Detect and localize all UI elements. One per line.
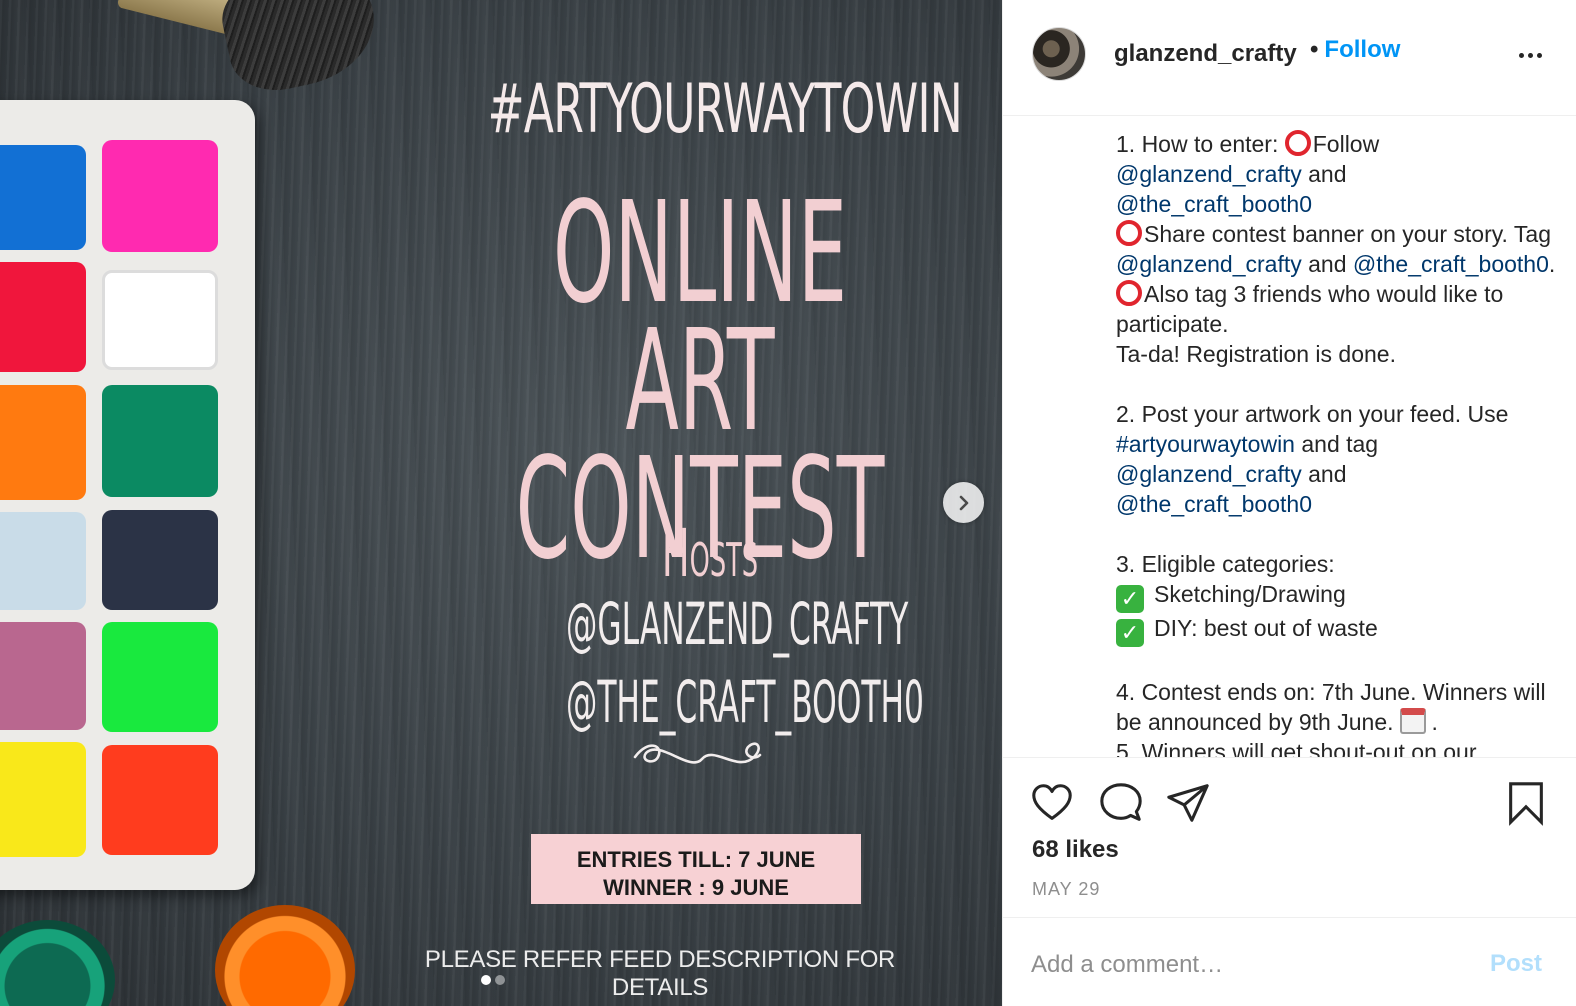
more-options-button[interactable] bbox=[1515, 40, 1545, 70]
mention-glanzend-crafty[interactable]: @glanzend_crafty bbox=[1116, 161, 1302, 187]
caption-area[interactable]: 1. How to enter: Follow @glanzend_crafty… bbox=[1003, 117, 1576, 757]
caption-step4-end: . bbox=[1431, 709, 1438, 735]
carousel-indicator bbox=[481, 975, 505, 985]
red-circle-icon bbox=[1116, 280, 1142, 306]
red-circle-icon bbox=[1116, 220, 1142, 246]
paint-well-white bbox=[102, 270, 218, 370]
paintbrush-bristles bbox=[214, 0, 386, 100]
carousel-dot-1 bbox=[481, 975, 491, 985]
carousel-next-button[interactable] bbox=[943, 482, 984, 523]
mention-the-craft-booth0[interactable]: @the_craft_booth0 bbox=[1116, 491, 1312, 517]
image-hashtag: #ARTYOURWAYTOWIN bbox=[487, 70, 963, 149]
calendar-icon bbox=[1399, 708, 1426, 734]
paint-well-lightblue bbox=[0, 512, 86, 610]
follow-button[interactable]: Follow bbox=[1324, 36, 1400, 63]
mention-glanzend-crafty[interactable]: @glanzend_crafty bbox=[1116, 251, 1302, 277]
caption-step3-title: 3. Eligible categories: bbox=[1116, 551, 1335, 577]
caption-step2: 2. Post your artwork on your feed. Use #… bbox=[1116, 399, 1566, 519]
caption-and: and bbox=[1301, 461, 1347, 487]
paint-palette bbox=[0, 100, 255, 890]
image-hosts-label: Hosts bbox=[661, 515, 759, 592]
paint-jar-green bbox=[0, 920, 115, 1006]
caption-step4-text: 4. Contest ends on: 7th June. Winners wi… bbox=[1116, 679, 1546, 735]
winner-date-text: WINNER : 9 JUNE bbox=[603, 875, 789, 900]
bookmark-icon[interactable] bbox=[1503, 780, 1549, 826]
image-title-line1: ONLINE ART bbox=[552, 172, 848, 463]
post-date[interactable]: MAY 29 bbox=[1032, 879, 1100, 900]
mention-the-craft-booth0[interactable]: @the_craft_booth0 bbox=[1353, 251, 1549, 277]
caption-and: and bbox=[1301, 251, 1353, 277]
paint-well-orange bbox=[0, 385, 86, 500]
paint-well-redorange bbox=[102, 745, 218, 855]
paint-well-red bbox=[0, 262, 86, 372]
comment-bar: Post bbox=[1003, 917, 1576, 1006]
post-comment-button[interactable]: Post bbox=[1490, 950, 1542, 978]
caption-step1-share: Share contest banner on your story. Tag bbox=[1144, 221, 1552, 247]
likes-count[interactable]: 68 likes bbox=[1032, 836, 1119, 864]
check-mark-icon: ✓ bbox=[1116, 585, 1144, 613]
share-icon[interactable] bbox=[1165, 780, 1211, 826]
caption-step3: 3. Eligible categories: ✓ Sketching/Drawi… bbox=[1116, 549, 1566, 647]
more-dot-icon bbox=[1536, 52, 1542, 58]
paint-well-teal bbox=[102, 385, 218, 497]
image-host-2: @THE_CRAFT_BOOTH0 bbox=[566, 668, 924, 736]
paint-jar-orange bbox=[215, 905, 355, 1006]
carousel-dot-2 bbox=[495, 975, 505, 985]
username-link[interactable]: glanzend_crafty bbox=[1114, 40, 1297, 68]
caption-and: and bbox=[1301, 161, 1347, 187]
chevron-right-icon bbox=[959, 495, 968, 510]
red-circle-icon bbox=[1284, 130, 1311, 156]
avatar[interactable] bbox=[1032, 27, 1086, 81]
caption-period: . bbox=[1548, 251, 1556, 277]
caption-text: 1. How to enter: Follow @glanzend_crafty… bbox=[1116, 129, 1566, 757]
mention-the-craft-booth0[interactable]: @the_craft_booth0 bbox=[1116, 191, 1312, 217]
caption-step2-text: 2. Post your artwork on your feed. Use bbox=[1116, 401, 1509, 427]
image-footer-note: PLEASE REFER FEED DESCRIPTION FOR DETAIL… bbox=[424, 946, 896, 1001]
image-host-1: @GLANZEND_CRAFTY bbox=[566, 590, 909, 658]
check-mark-icon: ✓ bbox=[1116, 619, 1144, 647]
caption-step1-intro: 1. How to enter: bbox=[1116, 131, 1285, 157]
caption-step1-tag3: Also tag 3 friends who would like to par… bbox=[1116, 281, 1504, 337]
mention-glanzend-crafty[interactable]: @glanzend_crafty bbox=[1116, 461, 1302, 487]
more-dot-icon bbox=[1527, 52, 1533, 58]
caption-category-1: Sketching/Drawing bbox=[1154, 581, 1346, 607]
header-separator: • bbox=[1310, 36, 1319, 63]
hashtag-link[interactable]: #artyourwaytowin bbox=[1116, 431, 1295, 457]
comment-icon[interactable] bbox=[1098, 780, 1144, 826]
caption-step1-done: Ta-da! Registration is done. bbox=[1116, 341, 1396, 367]
post-image[interactable]: #ARTYOURWAYTOWIN ONLINE ART CONTEST Host… bbox=[0, 0, 1002, 1006]
paint-well-pink bbox=[102, 140, 218, 252]
post-sidebar: glanzend_crafty • Follow 1. How to enter:… bbox=[1002, 0, 1576, 1006]
caption-step5-text: 5. Winners will get shout-out on our bbox=[1116, 739, 1477, 757]
swirl-divider-icon bbox=[633, 742, 762, 764]
follow-group: • Follow bbox=[1310, 36, 1400, 64]
caption-and-tag: and tag bbox=[1294, 431, 1379, 457]
paint-well-blue bbox=[0, 145, 86, 250]
more-dot-icon bbox=[1518, 52, 1524, 58]
dates-box: ENTRIES TILL: 7 JUNE WINNER : 9 JUNE bbox=[531, 834, 861, 904]
comment-input[interactable] bbox=[1031, 946, 1471, 984]
caption-step1-follow: Follow bbox=[1312, 131, 1380, 157]
post-header: glanzend_crafty • Follow bbox=[1003, 0, 1576, 116]
caption-category-2: DIY: best out of waste bbox=[1154, 615, 1378, 641]
caption-step1: 1. How to enter: Follow @glanzend_crafty… bbox=[1116, 129, 1566, 369]
post-actions: 68 likes MAY 29 bbox=[1003, 757, 1576, 917]
paint-well-navy bbox=[102, 510, 218, 610]
entries-till-text: ENTRIES TILL: 7 JUNE bbox=[576, 847, 816, 872]
paint-well-mauve bbox=[0, 622, 86, 730]
heart-icon[interactable] bbox=[1029, 780, 1075, 826]
caption-step4: 4. Contest ends on: 7th June. Winners wi… bbox=[1116, 677, 1566, 757]
paint-well-green bbox=[102, 622, 218, 732]
paint-well-yellow bbox=[0, 742, 86, 857]
